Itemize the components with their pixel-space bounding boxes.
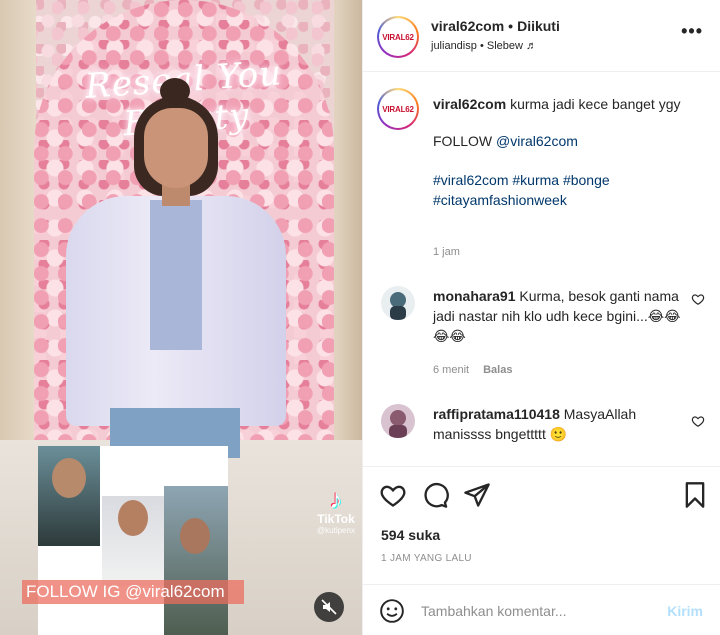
more-options-button[interactable]: ••• bbox=[681, 22, 703, 40]
header-subline: juliandisp • Slebew ♬ bbox=[431, 40, 537, 52]
instagram-post: Reseal You Beauty FOLLOW IG @viral62com … bbox=[0, 0, 720, 635]
comment-username[interactable]: raffipratama110418 bbox=[433, 406, 560, 422]
collab-username[interactable]: juliandisp bbox=[431, 40, 477, 52]
inset-head bbox=[52, 458, 86, 498]
follow-status[interactable]: Diikuti bbox=[517, 18, 560, 34]
hashtags-line-2[interactable]: #citayamfashionweek bbox=[433, 190, 703, 210]
avatar-image bbox=[381, 286, 415, 320]
caption-avatar[interactable]: VIRAL62 bbox=[377, 88, 419, 130]
avatar[interactable]: VIRAL62 bbox=[377, 16, 419, 58]
commenter-avatar[interactable] bbox=[381, 286, 415, 320]
comment-meta: 6 menit Balas bbox=[433, 364, 512, 376]
post-header: VIRAL62 viral62com • Diikuti juliandisp • … bbox=[363, 0, 720, 72]
comment-text: monahara91 Kurma, besok ganti nama jadi … bbox=[433, 286, 683, 346]
like-heart-icon[interactable] bbox=[379, 481, 407, 509]
tiktok-icon: ♪ bbox=[329, 484, 343, 514]
post-video[interactable]: Reseal You Beauty FOLLOW IG @viral62com … bbox=[0, 0, 362, 635]
reply-button[interactable]: Balas bbox=[483, 364, 512, 376]
mute-button[interactable] bbox=[314, 592, 344, 622]
viral62-logo: VIRAL62 bbox=[379, 90, 417, 128]
tiktok-handle: @kutipenx bbox=[317, 526, 355, 535]
hashtags-line-1[interactable]: #viral62com #kurma #bonge bbox=[433, 170, 703, 190]
inset-photo-2 bbox=[102, 496, 164, 586]
commenter-avatar[interactable] bbox=[381, 404, 415, 438]
header-username-row: viral62com • Diikuti bbox=[431, 18, 560, 34]
comment-time: 6 menit bbox=[433, 364, 470, 376]
blue-top bbox=[150, 200, 202, 350]
inset-photo-1 bbox=[38, 446, 100, 546]
person-figure bbox=[66, 78, 286, 458]
share-paper-plane-icon[interactable] bbox=[463, 481, 491, 509]
face bbox=[144, 108, 208, 188]
comment-text: raffipratama110418 MasyaAllah manissss b… bbox=[433, 404, 683, 444]
mention-link[interactable]: @viral62com bbox=[496, 133, 578, 149]
photo-inset bbox=[38, 446, 228, 635]
follow-prefix: FOLLOW bbox=[433, 133, 497, 149]
emoji-icon[interactable] bbox=[379, 598, 405, 624]
viral62-logo: VIRAL62 bbox=[379, 18, 417, 56]
separator-dot: • bbox=[479, 40, 484, 52]
heart-icon[interactable] bbox=[691, 292, 705, 306]
caption-line: kurma jadi kece banget ygy bbox=[510, 96, 681, 112]
caption-time: 1 jam bbox=[433, 246, 460, 258]
post-panel: VIRAL62 viral62com • Diikuti juliandisp • … bbox=[362, 0, 720, 635]
audio-link[interactable]: Slebew ♬ bbox=[487, 40, 537, 52]
bookmark-icon[interactable] bbox=[681, 481, 709, 509]
caption-text: viral62com kurma jadi kece banget ygy FO… bbox=[433, 94, 703, 210]
header-username[interactable]: viral62com bbox=[431, 18, 504, 34]
add-comment-bar: Kirim bbox=[363, 584, 720, 635]
tiktok-watermark: ♪ TikTok @kutipenx bbox=[312, 486, 360, 535]
tiktok-label: TikTok bbox=[317, 512, 355, 526]
inset-head bbox=[180, 518, 210, 554]
post-timestamp: 1 JAM YANG LALU bbox=[381, 553, 472, 564]
post-comment-button[interactable]: Kirim bbox=[667, 603, 703, 619]
action-bar: 594 suka 1 JAM YANG LALU bbox=[363, 466, 720, 584]
inset-head bbox=[118, 500, 148, 536]
separator-dot: • bbox=[508, 18, 514, 34]
follow-banner: FOLLOW IG @viral62com bbox=[22, 580, 244, 604]
likes-count[interactable]: 594 suka bbox=[381, 527, 440, 543]
heart-icon[interactable] bbox=[691, 414, 705, 428]
comment-input[interactable] bbox=[421, 597, 641, 625]
avatar-image bbox=[381, 404, 415, 438]
inset-photo-3 bbox=[164, 486, 228, 635]
caption-username[interactable]: viral62com bbox=[433, 96, 506, 112]
comment-bubble-icon[interactable] bbox=[421, 481, 449, 509]
hair-bun bbox=[160, 78, 190, 104]
comment-username[interactable]: monahara91 bbox=[433, 288, 515, 304]
speaker-muted-icon bbox=[321, 599, 337, 615]
